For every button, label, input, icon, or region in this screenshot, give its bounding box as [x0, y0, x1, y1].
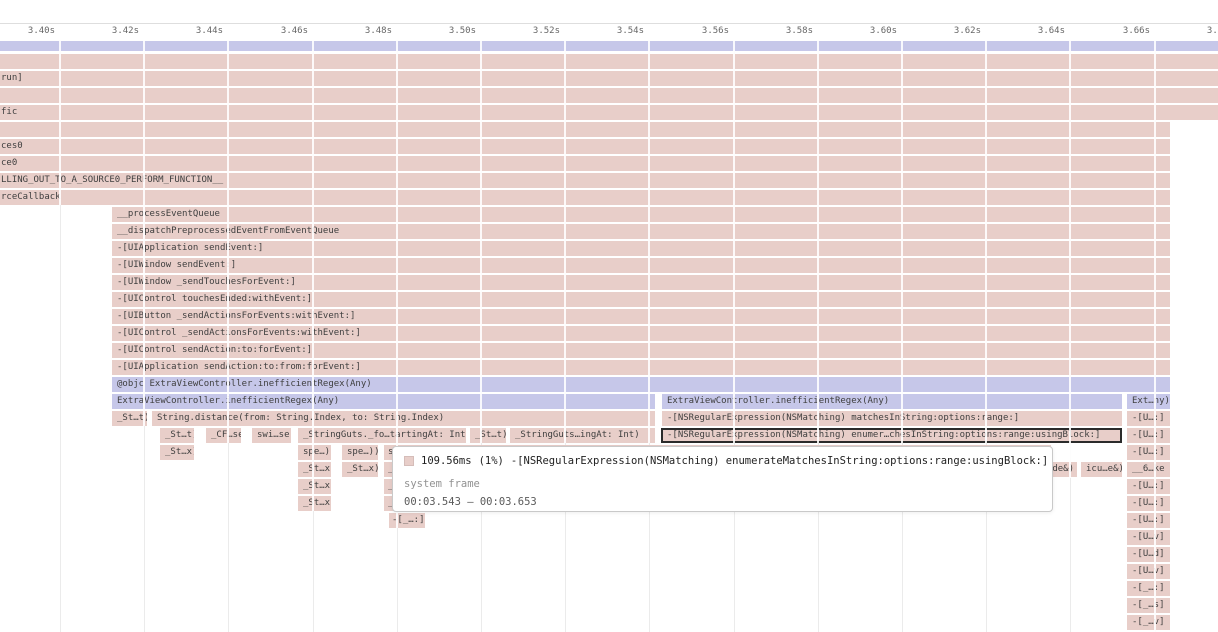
flame-bar[interactable]: -[NSRegularExpression(NSMatching) matche… [662, 411, 1122, 426]
ruler-tick-label: 3.44s [138, 26, 223, 36]
flame-bar[interactable]: rceCallback [0, 190, 1170, 205]
flame-bar[interactable]: LLING_OUT_TO_A_SOURCE0_PERFORM_FUNCTION_… [0, 173, 1170, 188]
ruler-tick-label: 3.54s [559, 26, 644, 36]
flame-bar[interactable]: run] [0, 71, 1218, 86]
gridline-overlay [901, 41, 903, 443]
ruler-tick-label: 3.42s [54, 26, 139, 36]
flame-bar[interactable]: -[U…v] [1127, 530, 1170, 545]
gridline-overlay [648, 41, 650, 443]
gridline-overlay [564, 41, 566, 443]
flame-bar[interactable] [0, 41, 1218, 51]
ruler-tick-label: 3.52s [475, 26, 560, 36]
flame-bar[interactable]: -[_…:] [1127, 581, 1170, 596]
ruler-tick-label: 3.62s [896, 26, 981, 36]
flame-bar[interactable]: -[UIButton _sendActionsForEvents:withEve… [112, 309, 1170, 324]
ruler-tick-label: 3.66s [1065, 26, 1150, 36]
tooltip-subtitle: system frame [404, 478, 480, 490]
gridline-overlay [312, 41, 314, 511]
ruler-tick-label: 3.48s [307, 26, 392, 36]
frame-tooltip: 109.56ms (1%) -[NSRegularExpression(NSMa… [392, 446, 1053, 512]
flame-bar[interactable]: -[U…v] [1127, 564, 1170, 579]
flame-bar[interactable]: @objc ExtraViewController.inefficientReg… [112, 377, 1170, 392]
flame-bar[interactable] [0, 54, 1218, 69]
tooltip-frame-name: -[NSRegularExpression(NSMatching) enumer… [511, 455, 1048, 467]
flame-bar[interactable]: -[U…d] [1127, 547, 1170, 562]
tooltip-percent: (1%) [479, 455, 504, 467]
flame-bar-selected[interactable]: -[NSRegularExpression(NSMatching) enumer… [661, 428, 1122, 443]
flame-bar[interactable]: Ext…ny) [1127, 394, 1170, 409]
flame-bar[interactable]: __dispatchPreprocessedEventFromEventQueu… [112, 224, 1170, 239]
ruler-tick-label: 3.50s [391, 26, 476, 36]
flame-bar[interactable]: -[U…:] [1127, 411, 1170, 426]
flame-bar[interactable]: _StringGuts._fo…tartingAt: Int) [298, 428, 466, 443]
gridline-overlay [1069, 41, 1071, 478]
flame-bar[interactable]: _St…x) [298, 496, 331, 511]
flame-bar[interactable]: -[U…:] [1127, 479, 1170, 494]
flame-bar[interactable]: -[_…:] [389, 513, 425, 528]
ruler-tick-label: 3.64s [980, 26, 1065, 36]
flame-chart[interactable]: 3.40s3.42s3.44s3.46s3.48s3.50s3.52s3.54s… [0, 0, 1218, 632]
flame-bar[interactable]: ce0 [0, 156, 1170, 171]
flame-bar[interactable]: _St…x) [298, 462, 331, 477]
ruler-tick-label: 3.68s [1149, 26, 1218, 36]
flame-bar[interactable] [0, 122, 1170, 137]
flame-bar[interactable]: -[U…:] [1127, 428, 1170, 443]
ruler-top-strip [0, 0, 1218, 24]
flame-bar[interactable]: -[_…s] [1127, 598, 1170, 613]
flame-bar[interactable]: -[UIApplication sendEvent:] [112, 241, 1170, 256]
gridline-overlay [1154, 41, 1156, 632]
ruler-tick-label: 3.56s [644, 26, 729, 36]
flame-bar[interactable]: -[UIControl touchesEnded:withEvent:] [112, 292, 1170, 307]
flame-bar[interactable]: ExtraViewController.inefficientRegex(Any… [662, 394, 1122, 409]
flame-bar[interactable]: -[UIControl _sendActionsForEvents:withEv… [112, 326, 1170, 341]
flame-bar[interactable]: _CF…se [206, 428, 241, 443]
flame-bar[interactable]: spe…)) [342, 445, 378, 460]
flame-bar[interactable]: -[_…v] [1127, 615, 1170, 630]
flame-bar[interactable]: spe…)) [298, 445, 331, 460]
flame-bar[interactable]: _St…x) [342, 462, 378, 477]
flame-bar[interactable]: __processEventQueue [112, 207, 1170, 222]
gridline-overlay [59, 41, 61, 205]
flame-bar[interactable]: swi…se [252, 428, 291, 443]
tooltip-summary: 109.56ms (1%) -[NSRegularExpression(NSMa… [404, 455, 1048, 467]
flame-bar[interactable]: -[U…:] [1127, 496, 1170, 511]
ruler-tick-label: 3.58s [728, 26, 813, 36]
flame-bar[interactable]: _StringGuts…ingAt: Int) [510, 428, 655, 443]
gridline-overlay [480, 41, 482, 443]
flame-bar[interactable]: -[UIApplication sendAction:to:from:forEv… [112, 360, 1170, 375]
flame-bar[interactable]: -[UIControl sendAction:to:forEvent:] [112, 343, 1170, 358]
flame-bar[interactable]: _St…t) [160, 428, 194, 443]
flame-bar[interactable]: -[UIWindow sendEvent:] [112, 258, 1170, 273]
gridline-overlay [143, 41, 145, 426]
ruler-tick-label: 3.60s [812, 26, 897, 36]
flame-bar[interactable]: icu…e&) [1081, 462, 1122, 477]
ruler-tick-label: 3.40s [0, 26, 55, 36]
flame-bar[interactable]: -[U…:] [1127, 445, 1170, 460]
ruler-tick-label: 3.46s [223, 26, 308, 36]
tooltip-time-range: 00:03.543 — 00:03.653 [404, 496, 537, 508]
flame-bar[interactable]: ExtraViewController.inefficientRegex(Any… [112, 394, 655, 409]
flame-bar[interactable]: ces0 [0, 139, 1170, 154]
gridline-overlay [733, 41, 735, 443]
flame-bar[interactable]: _St…t) [470, 428, 506, 443]
gridline-overlay [227, 41, 229, 443]
gridline-overlay [817, 41, 819, 443]
flame-bar[interactable]: _St…x) [160, 445, 194, 460]
flame-bar[interactable] [0, 88, 1218, 103]
frame-color-swatch [404, 456, 414, 466]
flame-bar[interactable]: -[U…:] [1127, 513, 1170, 528]
flame-bar[interactable]: _St…t) [112, 411, 147, 426]
gridline-overlay [985, 41, 987, 443]
flame-bar[interactable]: __6…ke [1127, 462, 1170, 477]
tooltip-duration: 109.56ms [421, 455, 472, 467]
flame-bar[interactable]: fic [0, 105, 1218, 120]
flame-bar[interactable]: -[UIWindow _sendTouchesForEvent:] [112, 275, 1170, 290]
flame-bar[interactable]: _St…x) [298, 479, 331, 494]
